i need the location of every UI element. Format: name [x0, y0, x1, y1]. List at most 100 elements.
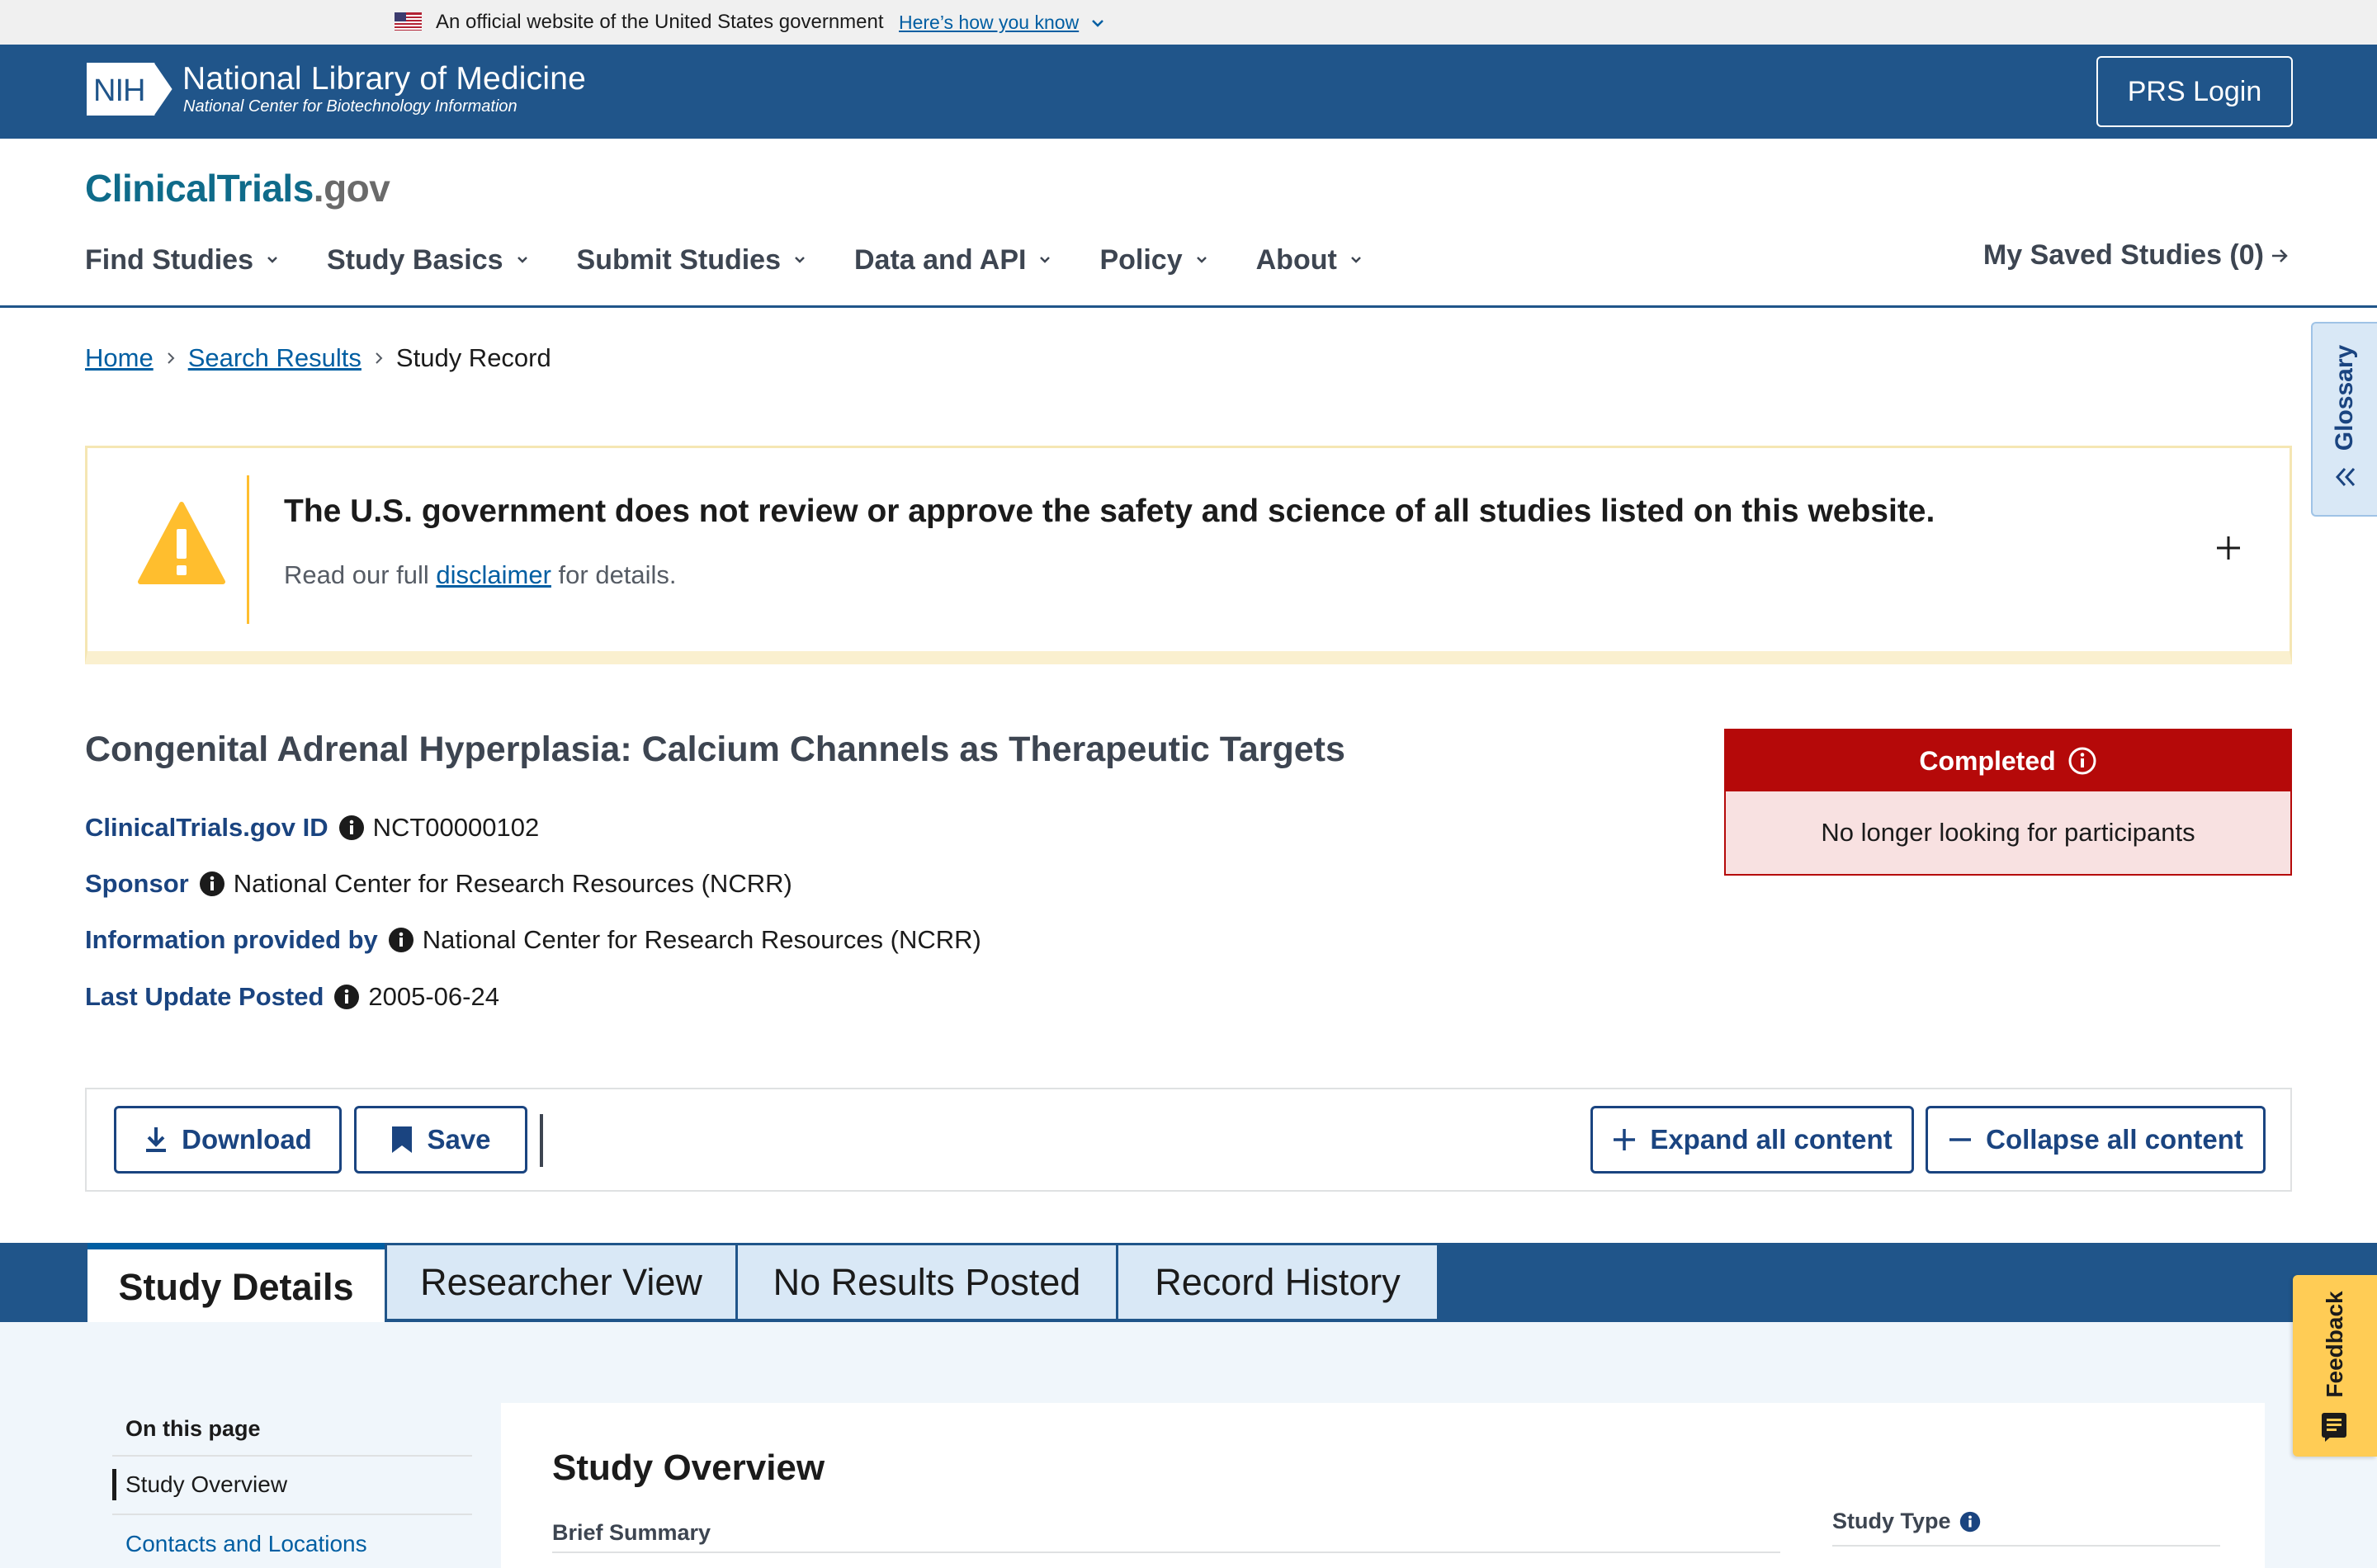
- meta-row-info-provided: Information provided by National Center …: [85, 925, 981, 955]
- warning-icon: [138, 502, 225, 584]
- glossary-label: Glossary: [2331, 344, 2358, 451]
- nlm-header: NIH National Library of Medicine Nationa…: [0, 45, 2377, 139]
- download-button[interactable]: Download: [114, 1106, 342, 1174]
- expand-plus-icon[interactable]: [2214, 534, 2242, 562]
- nav-study-basics[interactable]: Study Basics: [327, 244, 530, 276]
- sidebar-divider: [112, 1514, 472, 1515]
- nlm-title[interactable]: National Library of Medicine: [182, 61, 586, 97]
- meta-row-sponsor: Sponsor National Center for Research Res…: [85, 869, 792, 899]
- info-icon[interactable]: [1959, 1511, 1981, 1533]
- prs-login-button[interactable]: PRS Login: [2096, 56, 2293, 127]
- chevron-down-icon: [1350, 257, 1361, 263]
- chevron-down-icon: [267, 257, 277, 263]
- meta-value: NCT00000102: [372, 813, 540, 842]
- breadcrumb-current: Study Record: [395, 343, 551, 372]
- disclaimer-divider: [247, 475, 249, 624]
- sidebar-item-contacts-locations[interactable]: Contacts and Locations: [112, 1528, 472, 1560]
- arrow-right-icon: [2272, 248, 2288, 262]
- nav-submit-studies[interactable]: Submit Studies: [577, 244, 807, 276]
- study-type-divider: [1832, 1545, 2220, 1547]
- feedback-tab[interactable]: Feedback: [2293, 1275, 2377, 1457]
- download-icon: [146, 1127, 167, 1152]
- actions-bar: Download Save Expand all content Collaps…: [85, 1088, 2292, 1192]
- disclaimer-text-after: for details.: [551, 560, 677, 589]
- save-button[interactable]: Save: [354, 1106, 527, 1174]
- logo-main-text: ClinicalTrials: [85, 167, 314, 210]
- collapse-all-button[interactable]: Collapse all content: [1926, 1106, 2266, 1174]
- breadcrumb-search-results[interactable]: Search Results: [188, 343, 362, 373]
- sidebar-item-study-overview[interactable]: Study Overview: [112, 1469, 472, 1500]
- tab-researcher-view[interactable]: Researcher View: [387, 1245, 735, 1322]
- meta-value: National Center for Research Resources (…: [422, 925, 981, 954]
- tab-no-results-posted[interactable]: No Results Posted: [738, 1245, 1116, 1322]
- meta-row-id: ClinicalTrials.gov ID NCT00000102: [85, 813, 539, 843]
- study-type-label: Study Type: [1832, 1509, 1981, 1534]
- summary-divider: [552, 1551, 1780, 1553]
- us-flag-icon: [395, 12, 422, 31]
- disclaimer-link[interactable]: disclaimer: [436, 560, 551, 589]
- main-nav: Find Studies Study Basics Submit Studies…: [85, 239, 1411, 281]
- expand-all-button[interactable]: Expand all content: [1590, 1106, 1914, 1174]
- nlm-subtitle: National Center for Biotechnology Inform…: [183, 97, 517, 116]
- clinicaltrials-logo[interactable]: ClinicalTrials.gov: [85, 166, 390, 210]
- chevron-down-icon: [1196, 257, 1207, 263]
- download-label: Download: [182, 1124, 312, 1155]
- chevron-down-icon: [1040, 257, 1051, 263]
- status-label: Completed: [1919, 745, 2056, 776]
- nav-policy[interactable]: Policy: [1099, 244, 1208, 276]
- disclaimer-text-before: Read our full: [284, 560, 437, 589]
- disclaimer-text: Read our full disclaimer for details.: [284, 560, 677, 590]
- gov-banner: An official website of the United States…: [0, 0, 2377, 45]
- nih-logo[interactable]: NIH: [85, 61, 176, 117]
- how-you-know-link[interactable]: Here’s how you know: [899, 12, 1079, 34]
- collapse-label: Collapse all content: [1986, 1124, 2243, 1155]
- nav-label: Find Studies: [85, 243, 253, 276]
- meta-label: Sponsor: [85, 869, 189, 898]
- brief-summary-label: Brief Summary: [552, 1520, 711, 1545]
- save-label: Save: [427, 1124, 491, 1155]
- chevron-down-icon[interactable]: [1089, 15, 1106, 31]
- expand-label: Expand all content: [1650, 1124, 1893, 1155]
- meta-value: National Center for Research Resources (…: [233, 869, 792, 898]
- meta-label: Last Update Posted: [85, 982, 324, 1011]
- nav-find-studies[interactable]: Find Studies: [85, 244, 280, 276]
- bookmark-icon: [392, 1126, 413, 1153]
- nav-label: About: [1255, 243, 1337, 276]
- on-this-page-heading: On this page: [125, 1416, 261, 1441]
- info-icon[interactable]: [333, 984, 360, 1010]
- meta-row-last-update: Last Update Posted 2005-06-24: [85, 982, 499, 1012]
- breadcrumb-home[interactable]: Home: [85, 343, 154, 373]
- disclaimer-title: The U.S. government does not review or a…: [284, 494, 1935, 529]
- feedback-label: Feedback: [2322, 1291, 2347, 1398]
- logo-suffix-text: .gov: [313, 167, 390, 210]
- nav-label: Submit Studies: [576, 243, 781, 276]
- status-description: No longer looking for participants: [1821, 818, 2195, 847]
- glossary-tab[interactable]: Glossary: [2311, 322, 2377, 517]
- info-icon[interactable]: [199, 871, 225, 897]
- my-saved-studies-link[interactable]: My Saved Studies (0): [1983, 239, 2290, 272]
- nav-about[interactable]: About: [1256, 244, 1363, 276]
- nav-data-and-api[interactable]: Data and API: [854, 244, 1052, 276]
- status-badge: Completed No longer looking for particip…: [1724, 729, 2292, 876]
- actions-divider: [540, 1114, 543, 1167]
- saved-studies-label: My Saved Studies (0): [1982, 239, 2264, 271]
- tab-record-history[interactable]: Record History: [1118, 1245, 1437, 1322]
- meta-value: 2005-06-24: [368, 982, 499, 1011]
- chevron-down-icon: [795, 257, 805, 263]
- breadcrumb: Home Search Results Study Record: [85, 343, 551, 373]
- nav-label: Data and API: [854, 243, 1027, 276]
- info-icon[interactable]: [388, 927, 414, 953]
- meta-label: Information provided by: [85, 925, 378, 954]
- info-outline-icon[interactable]: [2067, 746, 2097, 776]
- chevron-right-icon: [167, 352, 175, 364]
- study-type-text: Study Type: [1832, 1509, 1951, 1533]
- double-chevron-left-icon: [2335, 467, 2356, 487]
- study-title: Congenital Adrenal Hyperplasia: Calcium …: [85, 730, 1345, 769]
- meta-label: ClinicalTrials.gov ID: [85, 813, 328, 842]
- nav-label: Study Basics: [327, 243, 503, 276]
- minus-icon: [1949, 1138, 1972, 1141]
- info-icon[interactable]: [338, 815, 365, 841]
- tab-study-details[interactable]: Study Details: [87, 1243, 385, 1325]
- chevron-down-icon: [517, 257, 527, 263]
- chevron-right-icon: [376, 352, 383, 364]
